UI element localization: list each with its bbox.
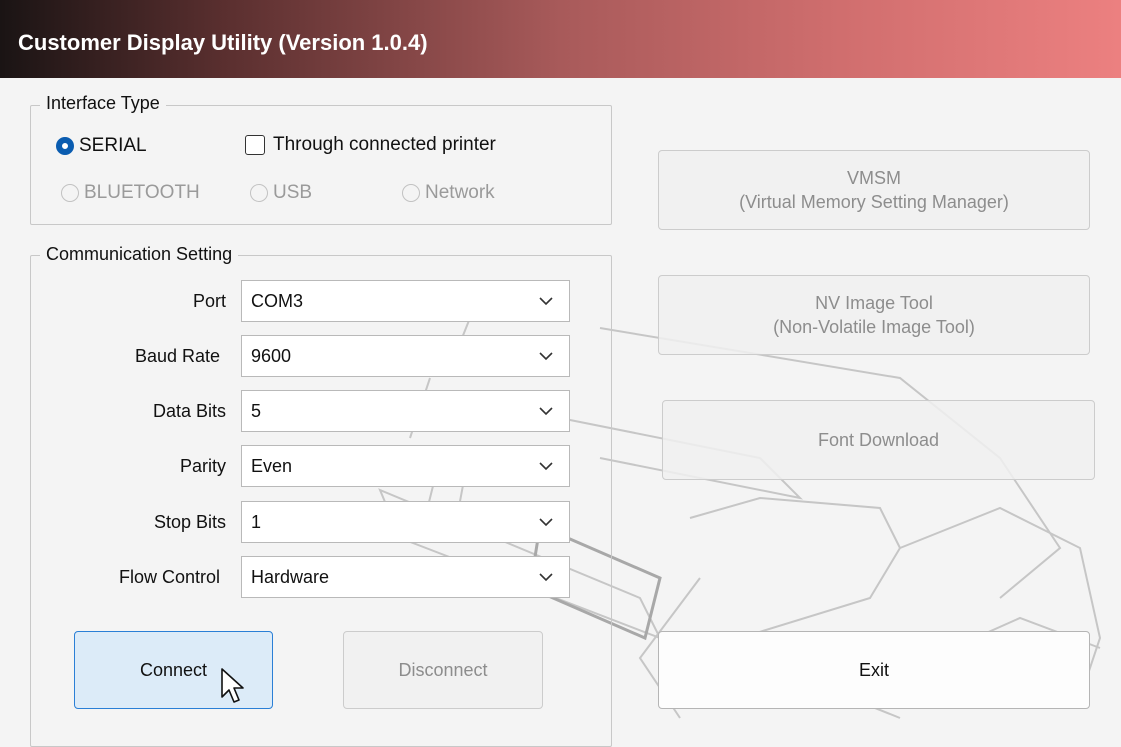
vmsm-button-title: VMSM [847, 168, 901, 188]
port-value: COM3 [251, 290, 304, 311]
radio-unselected-icon [402, 184, 420, 202]
radio-usb[interactable]: USB [250, 182, 312, 204]
radio-serial[interactable]: SERIAL [56, 135, 147, 157]
communication-setting-label: Communication Setting [40, 244, 239, 265]
data-bits-value: 5 [251, 400, 262, 421]
stop-bits-label: Stop Bits [153, 512, 226, 532]
radio-bluetooth-label: BLUETOOTH [84, 182, 200, 203]
stop-bits-value: 1 [251, 511, 262, 532]
data-bits-label: Data Bits [152, 401, 226, 421]
port-select[interactable]: COM3 [241, 280, 570, 322]
radio-unselected-icon [250, 184, 268, 202]
radio-usb-label: USB [273, 182, 313, 203]
vmsm-button-subtitle: (Virtual Memory Setting Manager) [739, 192, 1009, 212]
flow-control-label: Flow Control [118, 567, 220, 587]
radio-bluetooth[interactable]: BLUETOOTH [61, 182, 200, 204]
vmsm-button[interactable]: VMSM (Virtual Memory Setting Manager) [658, 150, 1090, 230]
radio-unselected-icon [61, 184, 79, 202]
interface-type-group [30, 105, 612, 225]
parity-value: Even [251, 455, 293, 476]
parity-select[interactable]: Even [241, 445, 570, 487]
nv-image-tool-title: NV Image Tool [815, 293, 933, 313]
chevron-down-icon [539, 297, 553, 306]
disconnect-button[interactable]: Disconnect [343, 631, 543, 709]
chevron-down-icon [539, 573, 553, 582]
baud-rate-value: 9600 [251, 345, 292, 366]
connect-button-label: Connect [139, 659, 208, 680]
title-bar: Customer Display Utility (Version 1.0.4) [0, 0, 1121, 78]
exit-button-label: Exit [858, 659, 889, 680]
nv-image-tool-button[interactable]: NV Image Tool (Non-Volatile Image Tool) [658, 275, 1090, 355]
port-label: Port [192, 291, 226, 311]
interface-type-label: Interface Type [40, 93, 166, 114]
chevron-down-icon [539, 518, 553, 527]
checkbox-through-printer[interactable]: Through connected printer [245, 134, 496, 156]
chevron-down-icon [539, 352, 553, 361]
flow-control-select[interactable]: Hardware [241, 556, 570, 598]
font-download-label: Font Download [817, 430, 940, 450]
radio-network[interactable]: Network [402, 182, 495, 204]
mouse-pointer-icon [221, 668, 244, 703]
baud-rate-label: Baud Rate [134, 346, 220, 366]
radio-network-label: Network [425, 182, 495, 203]
exit-button[interactable]: Exit [658, 631, 1090, 709]
nv-image-tool-subtitle: (Non-Volatile Image Tool) [773, 317, 975, 337]
chevron-down-icon [539, 407, 553, 416]
window-title: Customer Display Utility (Version 1.0.4) [18, 30, 428, 55]
radio-serial-label: SERIAL [79, 135, 147, 156]
flow-control-value: Hardware [251, 566, 330, 587]
checkbox-through-printer-label: Through connected printer [273, 134, 496, 155]
client-area: Interface Type SERIAL Through connected … [0, 78, 1121, 747]
radio-selected-icon [56, 137, 74, 155]
baud-rate-select[interactable]: 9600 [241, 335, 570, 377]
data-bits-select[interactable]: 5 [241, 390, 570, 432]
stop-bits-select[interactable]: 1 [241, 501, 570, 543]
disconnect-button-label: Disconnect [398, 660, 488, 680]
parity-label: Parity [179, 456, 226, 476]
chevron-down-icon [539, 462, 553, 471]
checkbox-unchecked-icon [245, 135, 265, 155]
font-download-button[interactable]: Font Download [662, 400, 1095, 480]
